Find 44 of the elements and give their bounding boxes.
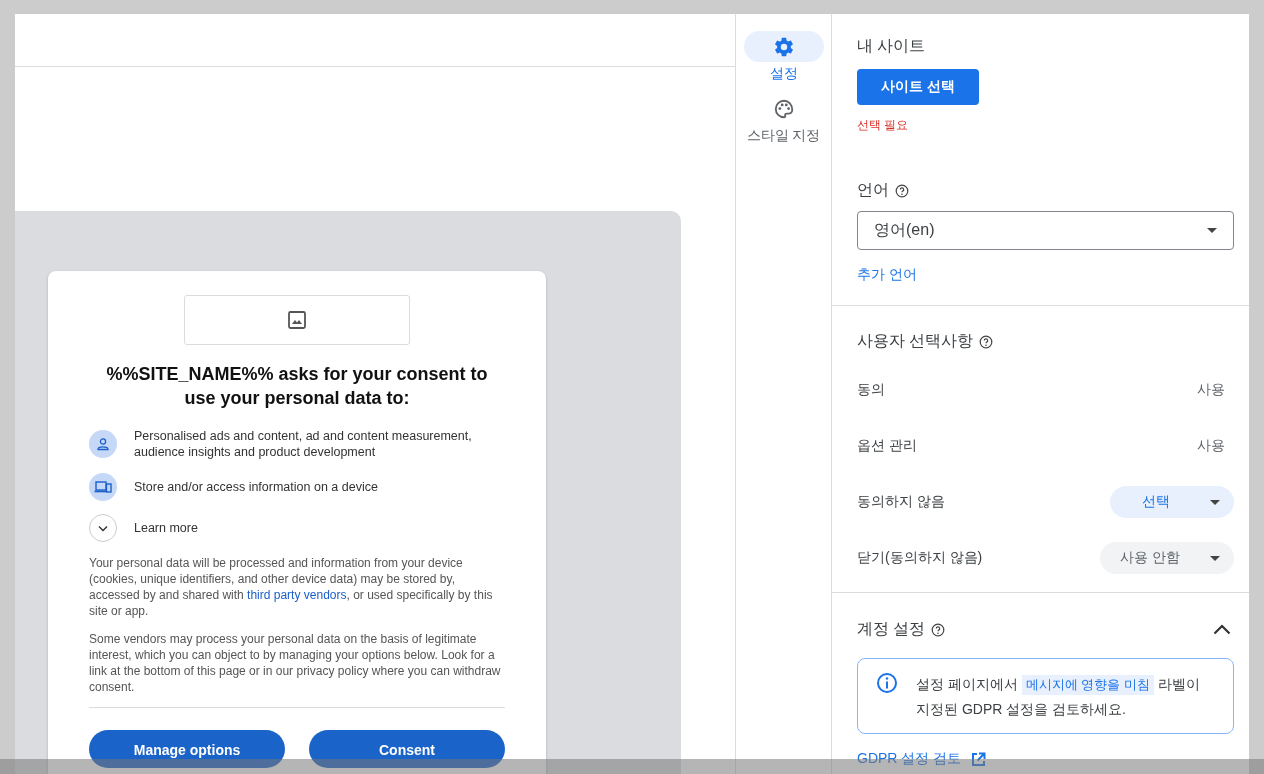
data-notice: Your personal data will be processed and information from your device (cookies, unique identifiers, and other device data) may be stored by, accessed by and shared with third party vendors, or used specifically by this site or app. bbox=[89, 555, 494, 619]
learn-more-label[interactable]: Learn more bbox=[134, 520, 198, 536]
settings-icon bbox=[772, 35, 795, 58]
person-icon bbox=[89, 430, 117, 458]
manage-options-button[interactable]: Manage options bbox=[89, 730, 285, 768]
caret-icon bbox=[1210, 555, 1220, 561]
info-text: 설정 페이지에서 메시지에 영향을 미침 라벨이 지정된 GDPR 설정을 검토하세요. bbox=[916, 674, 1201, 719]
choice-value: 사용 bbox=[1197, 437, 1225, 455]
nav-tab[interactable]: 스타일 지정 bbox=[743, 93, 824, 145]
caret-icon bbox=[1207, 228, 1217, 233]
caret-icon bbox=[1210, 499, 1220, 505]
palette-icon bbox=[772, 97, 795, 120]
choice-label: 동의 bbox=[857, 381, 885, 399]
help-icon[interactable] bbox=[931, 622, 946, 637]
consent-button[interactable]: Consent bbox=[309, 730, 505, 768]
dialog-title: %%SITE_NAME%% asks for your consent to use your personal data to: bbox=[105, 363, 489, 410]
choice-label: 닫기(동의하지 않음) bbox=[857, 549, 983, 567]
chevron-icon bbox=[98, 524, 108, 532]
section-label: 내 사이트 bbox=[857, 36, 927, 56]
section-title: 계정 설정 bbox=[857, 619, 926, 639]
gdpr-settings-link[interactable]: GDPR 설정 검토 bbox=[857, 750, 987, 768]
external-link-icon bbox=[971, 751, 987, 767]
section-label: 언어 bbox=[857, 180, 889, 200]
purpose-text: Personalised ads and content, ad and content measurement, audience insights and product development bbox=[134, 428, 473, 460]
error-text: 선택 필요 bbox=[857, 117, 910, 134]
choice-label: 동의하지 않음 bbox=[857, 493, 945, 511]
choice-label: 옵션 관리 bbox=[857, 437, 917, 455]
devices-icon bbox=[89, 473, 117, 501]
section-title: 사용자 선택사항 bbox=[857, 331, 974, 351]
learn-more-toggle[interactable] bbox=[89, 514, 117, 542]
help-icon[interactable] bbox=[895, 183, 909, 198]
add-language-link[interactable]: 추가 언어 bbox=[857, 266, 917, 284]
purpose-text: Store and/or access information on a device bbox=[134, 479, 378, 495]
help-icon[interactable] bbox=[979, 334, 994, 349]
chevron-icon[interactable] bbox=[1213, 624, 1231, 635]
legitimate-interest-text: Some vendors may process your personal data on the basis of legitimate interest, which you can object to by managing your options below. Look for a link at the bottom of this page or in our privacy policy where you can withdraw consent. bbox=[89, 631, 502, 695]
language-dropdown[interactable]: 영어(en) bbox=[857, 211, 1234, 250]
choice-value: 사용 bbox=[1197, 381, 1225, 399]
image-icon bbox=[287, 310, 307, 330]
label-chip: 메시지에 영향을 미침 bbox=[1021, 675, 1154, 695]
info-icon bbox=[876, 672, 898, 694]
select-site-button[interactable]: 사이트 선택 bbox=[857, 69, 979, 105]
choice-dropdown[interactable]: 선택 bbox=[1110, 486, 1234, 518]
choice-dropdown[interactable]: 사용 안함 bbox=[1100, 542, 1234, 574]
